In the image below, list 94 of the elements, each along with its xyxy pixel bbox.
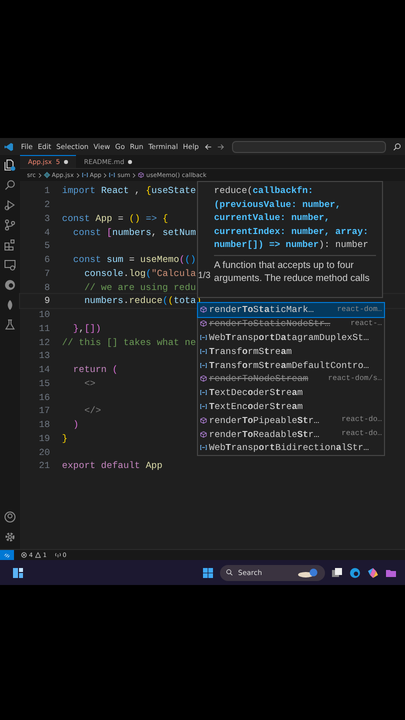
- search-icon[interactable]: [4, 179, 16, 191]
- line-number: 9: [43, 295, 50, 306]
- remote-icon: [4, 552, 10, 558]
- search-icon: [226, 569, 233, 576]
- suggestion-item[interactable]: TransformStream: [198, 344, 384, 358]
- line-number: 19: [38, 432, 50, 444]
- cube-icon: [200, 306, 207, 314]
- files-icon[interactable]: [4, 159, 16, 171]
- variable-icon: [82, 172, 88, 178]
- code-line: import React , {useState: [62, 185, 196, 196]
- line-number: 7: [43, 268, 50, 279]
- cube-icon: [200, 375, 207, 382]
- code-line: export default App: [62, 460, 162, 472]
- suggestion-item[interactable]: WebTransportDatagramDuplexSt…: [198, 330, 384, 344]
- forward-arrow-icon[interactable]: [216, 142, 225, 150]
- suggestion-item[interactable]: TransformStreamDefaultContro…: [198, 358, 384, 372]
- signature-line: reduce(callbackfn:: [213, 184, 314, 198]
- code-line: }: [62, 432, 68, 444]
- antenna-icon: [54, 552, 61, 558]
- variable-icon: [200, 389, 207, 396]
- settings-icon[interactable]: [4, 531, 16, 543]
- line-number: 10: [38, 309, 50, 320]
- variable-icon: [200, 348, 207, 355]
- run-debug-icon[interactable]: [4, 199, 16, 211]
- suggestion-item[interactable]: TextDecoderStream: [198, 386, 384, 400]
- code-line: const App = () => {: [62, 212, 168, 224]
- task-view-icon[interactable]: [331, 566, 343, 578]
- code-line: // we are using redu: [83, 282, 196, 293]
- signature-line: (previousValue: number,: [213, 198, 342, 211]
- cube-icon: [200, 320, 207, 328]
- line-number: 12: [38, 336, 50, 348]
- line-number: 5: [43, 240, 50, 252]
- suggestion-item[interactable]: WebTransportBidirectionalStr…: [198, 440, 384, 455]
- code-line: // this [] takes what ne: [62, 336, 196, 348]
- line-number: 18: [38, 419, 50, 430]
- chevron-icon: [76, 172, 80, 178]
- code-line: console.log("Calcula: [83, 268, 196, 279]
- variable-icon: [109, 172, 116, 178]
- widgets-icon[interactable]: [12, 566, 24, 578]
- warning-icon: [34, 552, 41, 558]
- source-control-icon[interactable]: [4, 219, 16, 231]
- account-icon[interactable]: [4, 511, 16, 523]
- extensions-icon[interactable]: [4, 239, 16, 251]
- line-number: 15: [38, 378, 50, 389]
- cube-icon: [138, 172, 144, 178]
- line-number: 17: [38, 405, 50, 416]
- line-number: 3: [43, 212, 50, 224]
- line-number: 4: [43, 226, 50, 238]
- line-number: 2: [43, 199, 50, 210]
- variable-icon: [200, 362, 207, 369]
- line-number: 20: [38, 446, 50, 458]
- suggestion-item[interactable]: TextEncoderStream: [198, 400, 384, 414]
- browser-icon[interactable]: [349, 566, 361, 578]
- line-number: 13: [38, 350, 50, 362]
- variable-icon: [200, 334, 207, 341]
- sparkle-logo-icon[interactable]: [367, 566, 379, 578]
- line-number: 14: [38, 364, 50, 376]
- cube-icon: [200, 416, 207, 424]
- chevron-icon: [132, 172, 136, 178]
- remote-button[interactable]: [0, 550, 14, 560]
- code-line: return (: [72, 364, 118, 376]
- chevron-icon: [103, 172, 108, 178]
- code-line: ): [72, 419, 79, 430]
- react-file-icon: [44, 172, 50, 178]
- command-center-field[interactable]: [232, 140, 386, 152]
- flask-icon[interactable]: [4, 319, 16, 331]
- cube-icon: [200, 430, 207, 438]
- line-number: 21: [38, 460, 50, 472]
- description-text: A function that accepts up to four arguments. The reduce method calls: [214, 258, 371, 284]
- line-number: 6: [43, 254, 50, 266]
- signature-line: currentIndex: number, array:: [213, 224, 370, 238]
- code-line: const sum = useMemo((): [72, 254, 196, 266]
- remote-explorer-icon[interactable]: [4, 259, 16, 271]
- signature-line: number[]) => number): number: [213, 238, 370, 252]
- line-number: 1: [43, 185, 50, 196]
- app-logo-icon: [4, 142, 14, 152]
- code-line: </>: [83, 405, 102, 416]
- line-number: 8: [43, 282, 50, 293]
- signature-line: currentValue: number,: [213, 211, 331, 224]
- search-highlight-drawing: [297, 567, 319, 578]
- code-line: <>: [83, 378, 96, 389]
- search-icon[interactable]: [393, 142, 401, 150]
- overload-counter[interactable]: 1/3: [198, 270, 211, 280]
- variable-icon: [200, 402, 207, 410]
- chevron-icon: [38, 172, 42, 178]
- code-line: const [numbers, setNum: [72, 226, 196, 238]
- browser-icon[interactable]: [4, 279, 16, 291]
- code-line: },[]): [72, 322, 102, 334]
- variable-icon: [200, 444, 207, 452]
- line-number: 11: [38, 322, 50, 334]
- line-number: 16: [38, 392, 50, 403]
- error-icon: [21, 552, 27, 558]
- start-icon[interactable]: [202, 566, 214, 578]
- back-arrow-icon[interactable]: [204, 142, 212, 150]
